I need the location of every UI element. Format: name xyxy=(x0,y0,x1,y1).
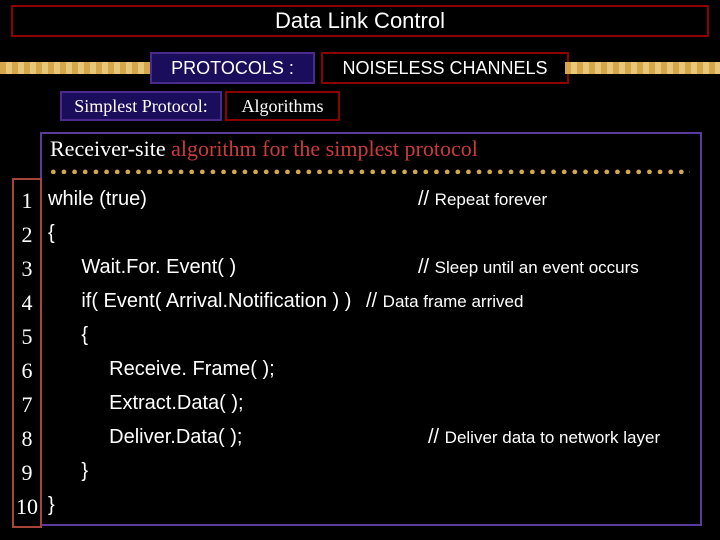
simplest-box: Simplest Protocol: xyxy=(60,91,222,121)
line-number: 4 xyxy=(14,286,40,320)
comment-3: // Sleep until an event occurs xyxy=(418,250,639,285)
comment-8: // Deliver data to network layer xyxy=(428,420,660,455)
dotted-divider: ●●●●●●●●●●●●●●●●●●●●●●●●●●●●●●●●●●●●●●●●… xyxy=(50,166,690,174)
code-line-5: { xyxy=(48,318,708,352)
code-text: Wait.For. Event( ) xyxy=(48,256,236,278)
comment-slash: // xyxy=(428,426,445,448)
code-line-2: { xyxy=(48,216,708,250)
line-number: 3 xyxy=(14,252,40,286)
algorithms-box: Algorithms xyxy=(225,91,340,121)
code-line-7: Extract.Data( ); xyxy=(48,386,708,420)
line-number-box: 1 2 3 4 5 6 7 8 9 10 xyxy=(12,178,42,528)
line-number: 6 xyxy=(14,354,40,388)
noiseless-label: NOISELESS CHANNELS xyxy=(342,58,547,79)
noiseless-box: NOISELESS CHANNELS xyxy=(321,52,569,84)
line-number: 10 xyxy=(14,490,40,524)
comment-text: Repeat forever xyxy=(435,190,547,209)
comment-1: // Repeat forever xyxy=(418,182,547,217)
line-number: 1 xyxy=(14,184,40,218)
code-area: while (true) // Repeat forever { Wait.For… xyxy=(48,182,708,522)
code-line-4: if( Event( Arrival.Notification ) ) // Da… xyxy=(48,284,708,318)
code-text: while (true) xyxy=(48,188,147,210)
heading-prefix: Receiver-site xyxy=(50,136,171,161)
stripe-right xyxy=(565,62,720,74)
line-number: 2 xyxy=(14,218,40,252)
code-text: if( Event( Arrival.Notification ) ) xyxy=(48,290,351,312)
code-line-6: Receive. Frame( ); xyxy=(48,352,708,386)
line-number: 7 xyxy=(14,388,40,422)
code-line-3: Wait.For. Event( ) // Sleep until an even… xyxy=(48,250,708,284)
protocols-row: PROTOCOLS : NOISELESS CHANNELS xyxy=(0,50,720,84)
protocols-box: PROTOCOLS : xyxy=(150,52,315,84)
code-text: Deliver.Data( ); xyxy=(48,426,243,448)
title-box: Data Link Control xyxy=(11,5,709,37)
code-line-8: Deliver.Data( ); // Deliver data to netwo… xyxy=(48,420,708,454)
protocols-label: PROTOCOLS : xyxy=(171,58,294,79)
code-line-10: } xyxy=(48,488,708,522)
comment-slash: // xyxy=(366,290,383,312)
comment-text: Sleep until an event occurs xyxy=(435,258,639,277)
stripe-left xyxy=(0,62,155,74)
comment-slash: // xyxy=(418,188,435,210)
algorithms-label: Algorithms xyxy=(241,96,323,117)
line-number: 8 xyxy=(14,422,40,456)
line-number: 9 xyxy=(14,456,40,490)
heading-main: algorithm for the simplest protocol xyxy=(171,136,478,161)
comment-slash: // xyxy=(418,256,435,278)
comment-4: // Data frame arrived xyxy=(366,284,523,319)
simplest-label: Simplest Protocol: xyxy=(74,96,208,117)
line-number: 5 xyxy=(14,320,40,354)
comment-text: Data frame arrived xyxy=(383,292,524,311)
title-text: Data Link Control xyxy=(275,8,445,34)
heading: Receiver-site algorithm for the simplest… xyxy=(50,136,478,162)
code-line-9: } xyxy=(48,454,708,488)
code-line-1: while (true) // Repeat forever xyxy=(48,182,708,216)
comment-text: Deliver data to network layer xyxy=(445,428,660,447)
